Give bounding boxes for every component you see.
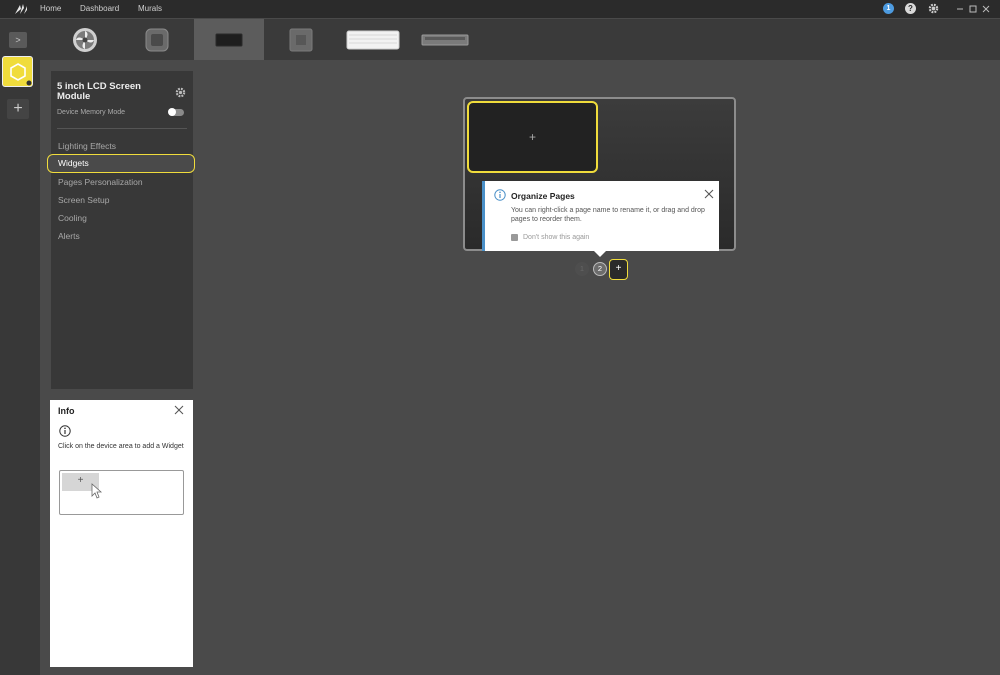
divider bbox=[57, 128, 187, 129]
keyboard-icon bbox=[346, 30, 400, 49]
expand-rail-button[interactable]: > bbox=[9, 32, 27, 48]
memory-mode-label: Device Memory Mode bbox=[57, 109, 126, 116]
close-icon[interactable] bbox=[174, 405, 184, 415]
tooltip-title: Organize Pages bbox=[511, 191, 575, 201]
cursor-pointer-icon bbox=[91, 483, 103, 499]
device-pump[interactable] bbox=[266, 19, 336, 60]
memory-icon bbox=[421, 34, 469, 45]
settings-gear-icon[interactable] bbox=[928, 3, 939, 14]
add-device-button[interactable]: + bbox=[7, 99, 29, 119]
device-rail: > + bbox=[0, 19, 40, 675]
organize-pages-tooltip: Organize Pages You can right-click a pag… bbox=[482, 181, 719, 251]
cooler-icon bbox=[145, 28, 169, 51]
menu-widgets[interactable]: Widgets bbox=[47, 154, 195, 173]
notification-badge[interactable]: 1 bbox=[883, 3, 894, 14]
selected-device-thumbnail[interactable] bbox=[2, 56, 33, 87]
lcd-screen-icon bbox=[215, 33, 243, 46]
corsair-logo-icon bbox=[15, 4, 27, 14]
device-lcd-screen[interactable] bbox=[194, 19, 264, 60]
device-settings-panel: 5 inch LCD Screen Module Device Memory M… bbox=[47, 71, 195, 389]
memory-mode-toggle[interactable] bbox=[168, 108, 184, 116]
fan-icon bbox=[73, 27, 97, 52]
add-page-button[interactable]: + bbox=[609, 259, 628, 280]
help-icon[interactable]: ? bbox=[905, 3, 916, 14]
widget-demo-illustration: + bbox=[59, 470, 184, 515]
tooltip-arrow bbox=[594, 251, 606, 257]
menu-lighting-effects[interactable]: Lighting Effects bbox=[58, 141, 116, 151]
dont-show-again-checkbox[interactable] bbox=[511, 234, 518, 241]
minimize-icon[interactable] bbox=[955, 4, 965, 14]
nav-murals[interactable]: Murals bbox=[138, 4, 162, 13]
menu-cooling[interactable]: Cooling bbox=[58, 213, 87, 223]
device-settings-gear-icon[interactable] bbox=[175, 87, 186, 98]
pump-icon bbox=[289, 28, 313, 51]
small-gear-icon bbox=[26, 80, 32, 86]
lcd-add-widget-area[interactable]: + bbox=[467, 101, 598, 173]
close-window-icon[interactable] bbox=[981, 4, 991, 14]
maximize-icon[interactable] bbox=[968, 4, 978, 14]
info-text: Click on the device area to add a Widget bbox=[58, 443, 184, 450]
hexagon-device-icon bbox=[10, 63, 26, 81]
menu-alerts[interactable]: Alerts bbox=[58, 231, 80, 241]
title-bar: Home Dashboard Murals 1 ? bbox=[0, 0, 1000, 18]
page-1-button[interactable]: 1 bbox=[575, 262, 589, 276]
device-keyboard[interactable] bbox=[338, 19, 408, 60]
dont-show-again-label[interactable]: Don't show this again bbox=[523, 234, 589, 241]
nav-dashboard[interactable]: Dashboard bbox=[80, 4, 119, 13]
info-icon bbox=[494, 189, 506, 201]
menu-pages-personalization[interactable]: Pages Personalization bbox=[58, 177, 143, 187]
device-cooler[interactable] bbox=[122, 19, 192, 60]
info-icon bbox=[59, 425, 71, 437]
close-icon[interactable] bbox=[704, 189, 714, 199]
menu-screen-setup[interactable]: Screen Setup bbox=[58, 195, 110, 205]
info-title: Info bbox=[58, 406, 75, 416]
device-memory[interactable] bbox=[410, 19, 480, 60]
tooltip-text: You can right-click a page name to renam… bbox=[511, 207, 705, 223]
page-2-button[interactable]: 2 bbox=[593, 262, 607, 276]
nav-home[interactable]: Home bbox=[40, 4, 61, 13]
device-strip bbox=[40, 19, 1000, 60]
info-panel: Info Click on the device area to add a W… bbox=[50, 400, 193, 667]
device-title: 5 inch LCD Screen Module bbox=[57, 81, 141, 102]
device-fan[interactable] bbox=[50, 19, 120, 60]
